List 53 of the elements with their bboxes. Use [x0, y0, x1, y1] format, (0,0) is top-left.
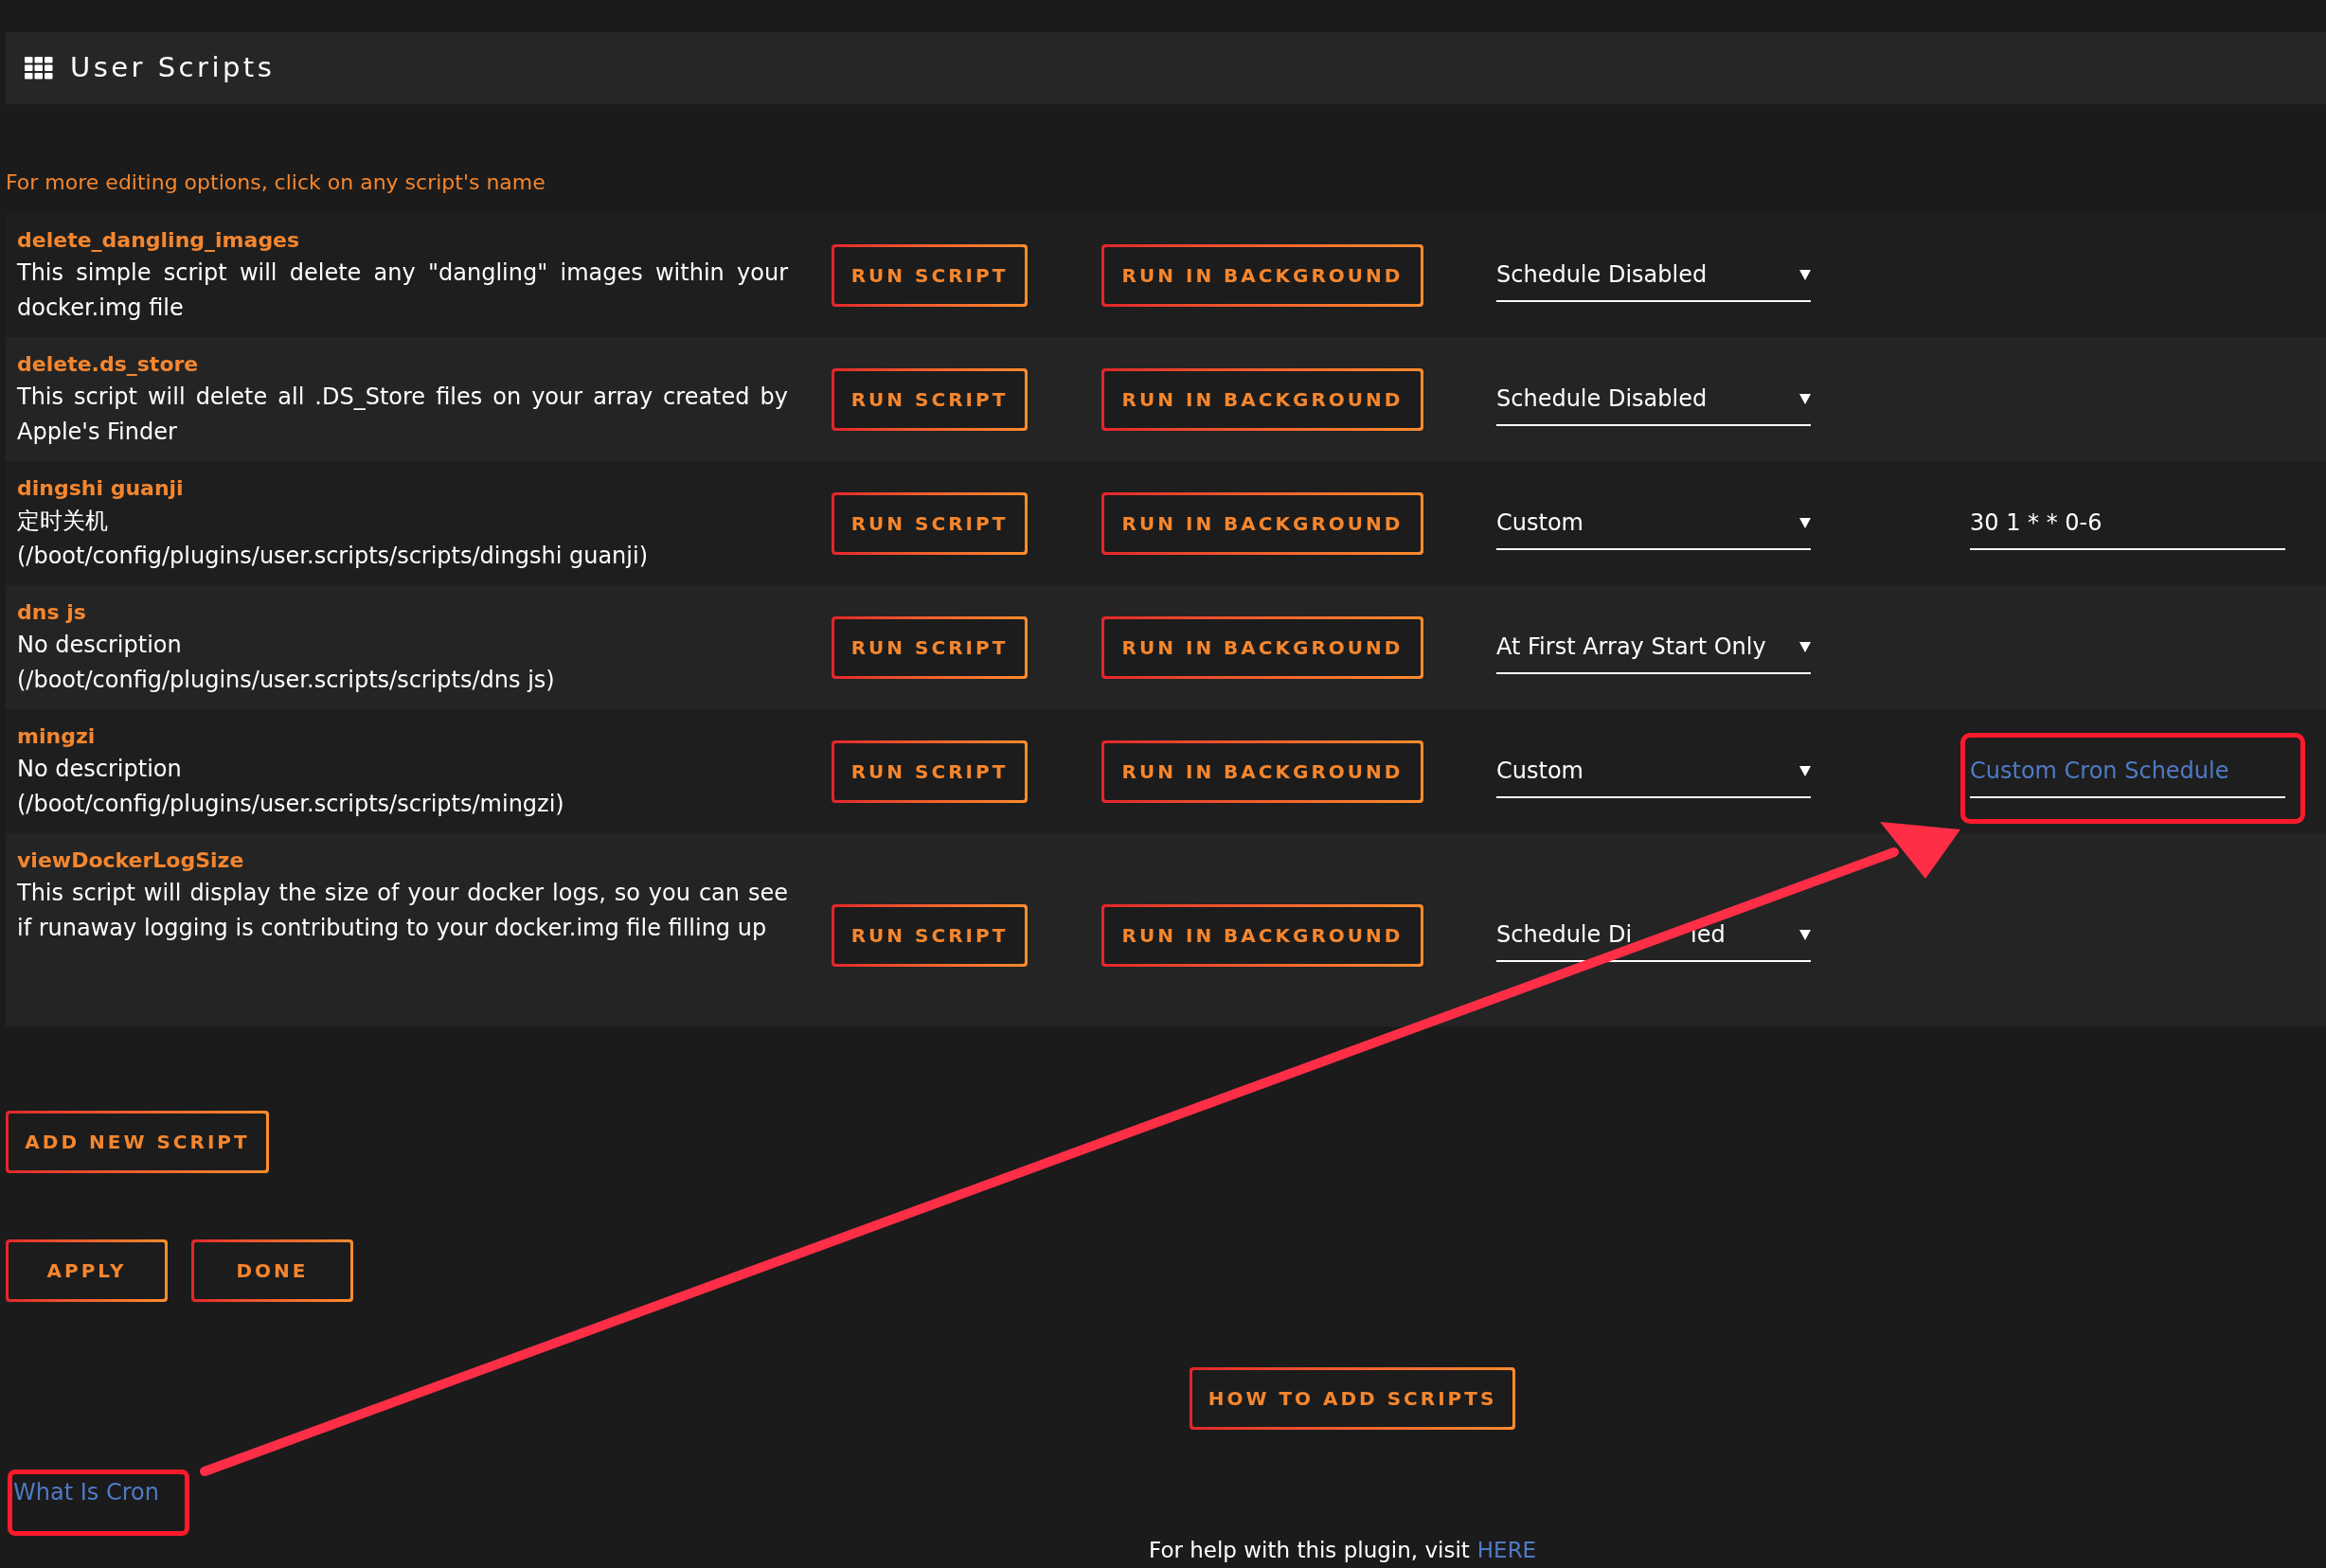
page-title: User Scripts — [70, 50, 276, 86]
run-script-button[interactable]: RUN SCRIPT — [832, 739, 1028, 803]
script-description: This script will delete all .DS_Store files on your array created by Apple's Finder — [17, 383, 788, 447]
schedule-select[interactable]: Schedule Disabled — [1496, 372, 1811, 426]
add-script-button[interactable]: ADD NEW SCRIPT — [6, 1111, 269, 1173]
script-name[interactable]: viewDockerLogSize — [17, 845, 244, 876]
run-background-button[interactable]: RUN IN BACKGROUND — [1101, 904, 1423, 967]
caret-icon — [1799, 763, 1811, 777]
schedule-value: Custom — [1496, 756, 1583, 786]
script-name[interactable]: dingshi guanji — [17, 472, 184, 504]
run-background-button[interactable]: RUN IN BACKGROUND — [1101, 615, 1423, 679]
schedule-select[interactable]: Custom — [1496, 744, 1811, 798]
caret-icon — [1799, 391, 1811, 405]
run-script-button[interactable]: RUN SCRIPT — [832, 367, 1028, 431]
script-description: 定时关机 (/boot/config/plugins/user.scripts/scripts/dingshi guanji) — [17, 507, 650, 571]
caret-icon — [1799, 928, 1811, 941]
run-background-button[interactable]: RUN IN BACKGROUND — [1101, 739, 1423, 803]
apply-button[interactable]: APPLY — [6, 1239, 168, 1302]
script-description: No description (/boot/config/plugins/user.scripts/scripts/mingzi) — [17, 755, 565, 819]
run-background-button[interactable]: RUN IN BACKGROUND — [1101, 243, 1423, 307]
schedule-select[interactable]: Schedule Disabled — [1496, 248, 1811, 302]
run-script-button[interactable]: RUN SCRIPT — [832, 243, 1028, 307]
schedule-value: Custom — [1496, 508, 1583, 538]
script-description: This script will display the size of your docker logs, so you can see if runaway logging is contributing to your docker.img file filling up — [17, 879, 788, 943]
schedule-value: Schedule Disabled — [1496, 383, 1708, 414]
script-name[interactable]: delete.ds_store — [17, 348, 199, 380]
schedule-value: Schedule Disabled — [1496, 259, 1708, 290]
cron-field[interactable]: Custom Cron Schedule — [1970, 744, 2285, 798]
script-description: This simple script will delete any "dangling" images within your docker.img file — [17, 258, 788, 323]
schedule-select[interactable]: At First Array Start Only — [1496, 620, 1811, 674]
cron-field[interactable]: 30 1 * * 0-6 — [1970, 496, 2285, 550]
caret-icon — [1799, 515, 1811, 529]
schedule-value: Schedule Di — [1496, 920, 1633, 950]
grid-icon — [25, 57, 53, 80]
run-background-button[interactable]: RUN IN BACKGROUND — [1101, 367, 1423, 431]
caret-icon — [1799, 267, 1811, 281]
script-name[interactable]: mingzi — [17, 721, 96, 752]
run-script-button[interactable]: RUN SCRIPT — [832, 491, 1028, 555]
help-text: For help with this plugin, visit — [1149, 1537, 1470, 1564]
cron-link[interactable]: What Is Cron — [13, 1479, 159, 1506]
run-script-button[interactable]: RUN SCRIPT — [832, 615, 1028, 679]
run-background-button[interactable]: RUN IN BACKGROUND — [1101, 491, 1423, 555]
done-button[interactable]: DONE — [191, 1239, 353, 1302]
script-name[interactable]: dns js — [17, 597, 86, 628]
schedule-select[interactable]: Custom — [1496, 496, 1811, 550]
caret-icon — [1799, 639, 1811, 653]
how-to-button[interactable]: HOW TO ADD SCRIPTS — [1190, 1367, 1515, 1430]
script-name[interactable]: delete_dangling_images — [17, 224, 300, 256]
help-link[interactable]: HERE — [1476, 1534, 1537, 1567]
info-text: For more editing options, click on any script's name — [6, 169, 546, 196]
run-script-button[interactable]: RUN SCRIPT — [832, 904, 1028, 967]
script-description: No description (/boot/config/plugins/user.scripts/scripts/dns js) — [17, 631, 556, 695]
schedule-value: At First Array Start Only — [1496, 632, 1766, 662]
